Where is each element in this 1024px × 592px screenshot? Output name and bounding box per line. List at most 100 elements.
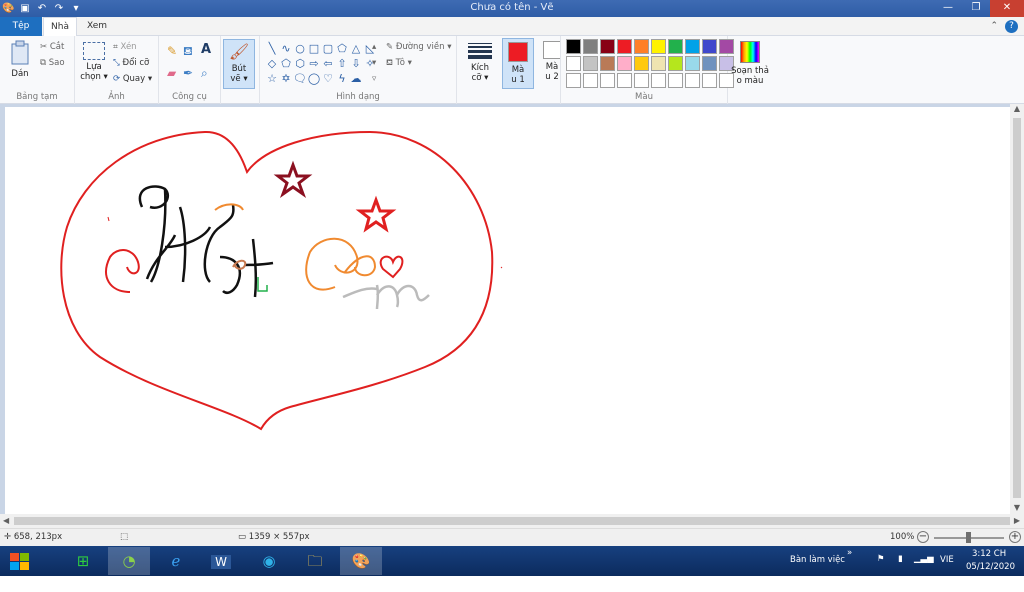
shapes-scroll-up-icon[interactable]: ▴	[372, 42, 376, 52]
palette-swatch[interactable]	[566, 73, 581, 88]
fill-button[interactable]: ⛾ Tô ▾	[386, 58, 412, 69]
palette-swatch[interactable]	[583, 39, 598, 54]
six-point-star-shape-icon[interactable]: ✡	[279, 71, 293, 86]
palette-swatch[interactable]	[651, 73, 666, 88]
palette-swatch[interactable]	[634, 39, 649, 54]
zoom-in-button[interactable]: +	[1009, 531, 1021, 543]
heart-shape-icon[interactable]: ♡	[321, 71, 335, 86]
scroll-right-icon[interactable]: ▶	[1014, 514, 1020, 528]
drawing-canvas[interactable]	[5, 107, 1010, 514]
cut-button[interactable]: ✂ Cắt	[40, 42, 64, 52]
line-shape-icon[interactable]: ╲	[265, 41, 279, 56]
palette-swatch[interactable]	[685, 56, 700, 71]
triangle-shape-icon[interactable]: △	[349, 41, 363, 56]
palette-swatch[interactable]	[685, 73, 700, 88]
palette-swatch[interactable]	[634, 73, 649, 88]
palette-swatch[interactable]	[600, 56, 615, 71]
minimize-button[interactable]: —	[934, 0, 962, 17]
color-picker-icon[interactable]: ✒	[183, 66, 193, 80]
eraser-icon[interactable]: ▰	[167, 66, 176, 80]
word-icon[interactable]: W	[200, 547, 242, 575]
start-button[interactable]	[0, 547, 40, 575]
paint-taskbar-icon[interactable]: 🎨	[340, 547, 382, 575]
diamond-shape-icon[interactable]: ◇	[265, 56, 279, 71]
resize-button[interactable]: ⤡ Đổi cỡ	[113, 58, 149, 68]
magnifier-icon[interactable]: ⌕	[201, 66, 208, 81]
palette-swatch[interactable]	[617, 39, 632, 54]
store-app-icon[interactable]: ⊞	[62, 547, 104, 575]
horizontal-scroll-thumb[interactable]	[14, 517, 1010, 525]
palette-swatch[interactable]	[583, 56, 598, 71]
file-explorer-icon[interactable]: 🗀	[294, 547, 336, 575]
fill-bucket-icon[interactable]: ⛾	[183, 44, 193, 60]
shapes-scroll-down-icon[interactable]: ▾	[372, 58, 376, 68]
notification-flag-icon[interactable]: ⚑	[877, 554, 885, 584]
restore-button[interactable]: ❐	[962, 0, 990, 17]
callout-rect-shape-icon[interactable]: 🗨	[293, 71, 307, 86]
palette-swatch[interactable]	[668, 39, 683, 54]
horizontal-scrollbar[interactable]: ◀ ▶	[0, 514, 1024, 528]
rounded-rectangle-shape-icon[interactable]: ▢	[321, 41, 335, 56]
palette-swatch[interactable]	[651, 39, 666, 54]
callout-oval-shape-icon[interactable]: ◯	[307, 71, 321, 86]
cloud-shape-icon[interactable]: ☁	[349, 71, 363, 86]
palette-swatch[interactable]	[583, 73, 598, 88]
edit-colors-button[interactable]: Soạn thả o màu	[730, 39, 770, 86]
rotate-button[interactable]: ⟳ Quay ▾	[113, 74, 152, 84]
app-taskbar-icon[interactable]: ◔	[108, 547, 150, 575]
size-button[interactable]: Kích cỡ ▾	[463, 39, 497, 89]
palette-swatch[interactable]	[600, 39, 615, 54]
select-button[interactable]: Lựa chọn ▾	[79, 42, 109, 82]
color-palette[interactable]	[566, 39, 734, 88]
tab-file[interactable]: Tệp	[0, 17, 42, 36]
palette-swatch[interactable]	[566, 56, 581, 71]
left-arrow-shape-icon[interactable]: ⇦	[321, 56, 335, 71]
palette-swatch[interactable]	[566, 39, 581, 54]
crop-button[interactable]: ⌗ Xén	[113, 42, 137, 52]
text-tool-icon[interactable]: A	[201, 42, 211, 57]
palette-swatch[interactable]	[668, 73, 683, 88]
scroll-left-icon[interactable]: ◀	[3, 514, 9, 528]
palette-swatch[interactable]	[702, 73, 717, 88]
palette-swatch[interactable]	[617, 56, 632, 71]
palette-swatch[interactable]	[634, 56, 649, 71]
tab-view[interactable]: Xem	[80, 17, 114, 36]
zoom-slider-thumb[interactable]	[966, 532, 971, 543]
rectangle-shape-icon[interactable]: □	[307, 41, 321, 56]
color1-button[interactable]: Mà u 1	[502, 38, 534, 89]
desktop-toolbar-label[interactable]: Bàn làm việc	[790, 555, 845, 585]
pencil-icon[interactable]: ✎	[167, 44, 177, 58]
right-arrow-shape-icon[interactable]: ⇨	[307, 56, 321, 71]
pentagon-shape-icon[interactable]: ⬠	[279, 56, 293, 71]
minimize-ribbon-icon[interactable]: ⌃	[990, 21, 998, 31]
hexagon-shape-icon[interactable]: ⬡	[293, 56, 307, 71]
network-icon[interactable]: ▁▃▅	[914, 554, 934, 584]
show-hidden-icons[interactable]: »	[847, 548, 852, 578]
language-indicator[interactable]: VIE	[940, 555, 954, 585]
scroll-up-icon[interactable]: ▲	[1010, 104, 1024, 113]
vertical-scrollbar[interactable]: ▲ ▼	[1010, 104, 1024, 514]
curve-shape-icon[interactable]: ∿	[279, 41, 293, 56]
oval-shape-icon[interactable]: ○	[293, 41, 307, 56]
close-button[interactable]: ✕	[990, 0, 1024, 17]
outline-button[interactable]: ✎ Đường viền ▾	[386, 42, 451, 52]
vertical-scroll-thumb[interactable]	[1013, 118, 1021, 498]
palette-swatch[interactable]	[702, 56, 717, 71]
down-arrow-shape-icon[interactable]: ⇩	[349, 56, 363, 71]
shapes-more-icon[interactable]: ▿	[372, 74, 376, 84]
up-arrow-shape-icon[interactable]: ⇧	[335, 56, 349, 71]
copy-button[interactable]: ⧉ Sao	[40, 58, 65, 68]
five-point-star-shape-icon[interactable]: ☆	[265, 71, 279, 86]
scroll-down-icon[interactable]: ▼	[1010, 503, 1024, 512]
internet-explorer-icon[interactable]: ℯ	[155, 547, 197, 575]
paste-button[interactable]: Dán	[6, 40, 34, 79]
palette-swatch[interactable]	[617, 73, 632, 88]
palette-swatch[interactable]	[702, 39, 717, 54]
palette-swatch[interactable]	[668, 56, 683, 71]
tab-home[interactable]: Nhà	[43, 17, 77, 37]
palette-swatch[interactable]	[685, 39, 700, 54]
palette-swatch[interactable]	[651, 56, 666, 71]
help-icon[interactable]: ?	[1005, 20, 1018, 33]
lightning-shape-icon[interactable]: ϟ	[335, 71, 349, 86]
polygon-shape-icon[interactable]: ⬠	[335, 41, 349, 56]
